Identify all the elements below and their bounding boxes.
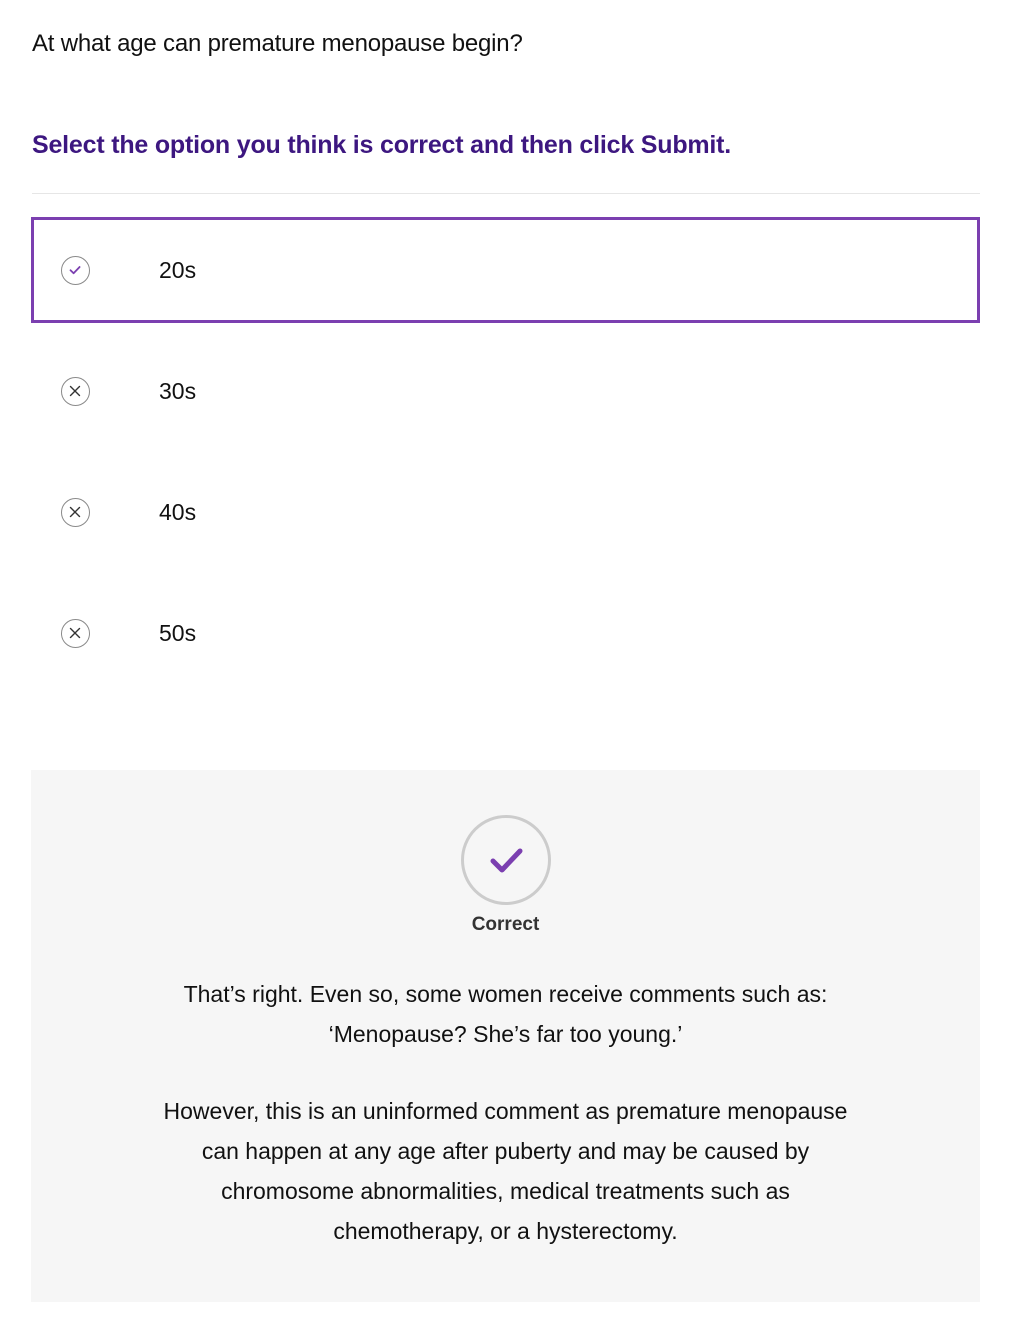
check-circle-icon [61,256,90,285]
option-50s[interactable]: 50s [31,580,980,686]
feedback-line: chromosome abnormalities, medical treatm… [221,1178,790,1204]
option-label: 30s [159,378,197,404]
check-icon [461,815,551,905]
option-40s[interactable]: 40s [31,459,980,565]
answer-options: 20s 30s 40s 50s [31,217,980,701]
option-20s[interactable]: 20s [31,217,980,323]
x-circle-icon [61,619,90,648]
feedback-line: ‘Menopause? She’s far too young.’ [328,1021,683,1047]
feedback-status: Correct [471,914,540,935]
option-label: 20s [159,257,197,283]
feedback-line: However, this is an uninformed comment a… [163,1098,848,1124]
divider [32,193,980,194]
feedback-line: That’s right. Even so, some women receiv… [183,981,828,1007]
feedback-line: chemotherapy, or a hysterectomy. [333,1218,678,1244]
feedback-paragraph-1: That’s right. Even so, some women receiv… [131,974,880,1054]
option-label: 50s [159,620,197,646]
instruction-text: Select the option you think is correct a… [32,131,732,159]
x-circle-icon [61,498,90,527]
feedback-paragraph-2: However, this is an uninformed comment a… [131,1091,880,1251]
option-30s[interactable]: 30s [31,338,980,444]
option-label: 40s [159,499,197,525]
feedback-line: can happen at any age after puberty and … [201,1138,810,1164]
feedback-panel: Correct That’s right. Even so, some wome… [31,770,980,1302]
question-text: At what age can premature menopause begi… [32,30,523,57]
x-circle-icon [61,377,90,406]
